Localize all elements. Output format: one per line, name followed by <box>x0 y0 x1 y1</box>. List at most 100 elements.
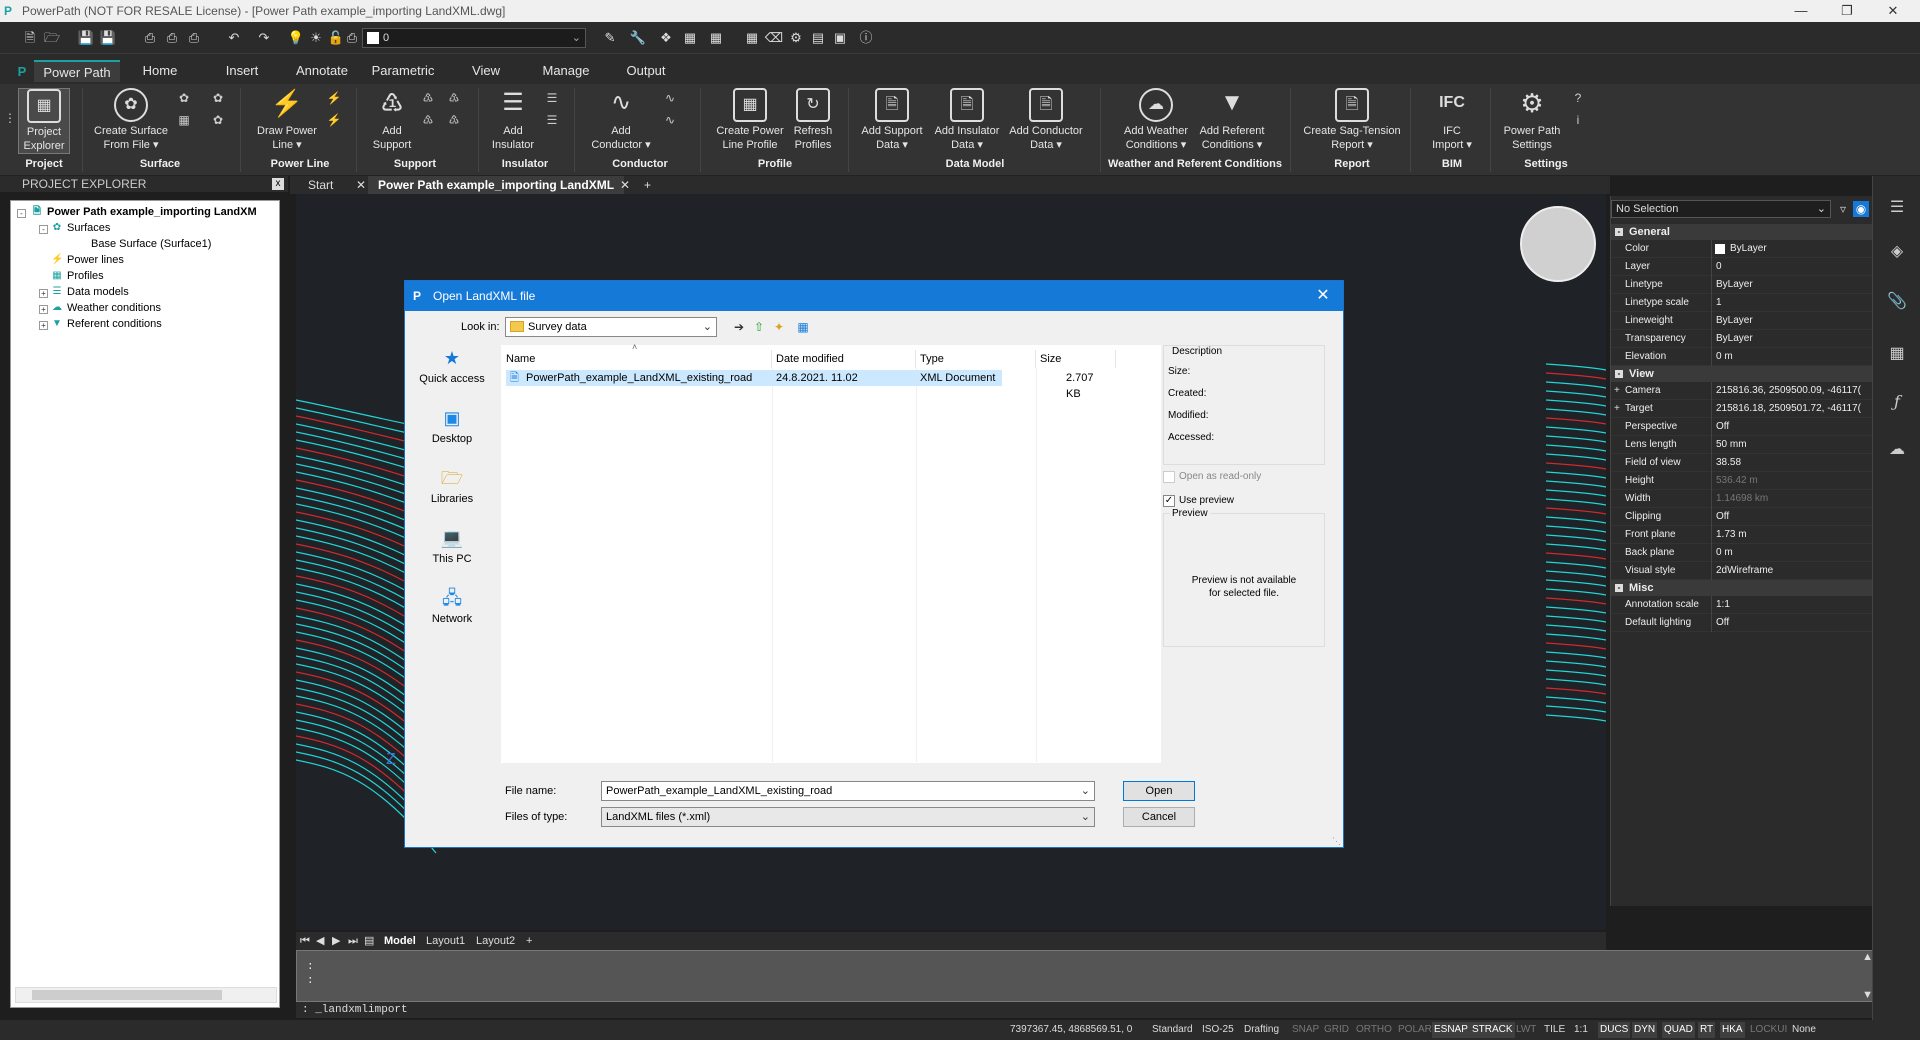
redo-icon[interactable]: ↷ <box>254 28 274 48</box>
insulator-tool-icon-1[interactable]: ☰ <box>544 90 560 106</box>
wrench-icon[interactable]: 🔧 <box>628 28 648 48</box>
layer-on-icon[interactable]: 💡 <box>286 28 306 48</box>
property-row[interactable]: Back plane 0 m <box>1611 544 1873 562</box>
property-section-view[interactable]: - View <box>1611 366 1873 382</box>
tab-annotate[interactable]: Annotate <box>286 60 358 82</box>
last-layout-icon[interactable]: ⏭ <box>348 932 358 950</box>
add-insulator-button[interactable]: ☰ Add Insulator <box>488 88 538 152</box>
property-row[interactable]: Field of view 38.58 <box>1611 454 1873 472</box>
chevron-down-icon[interactable]: ⌄ <box>1081 782 1090 800</box>
place-this-pc[interactable]: 💻 This PC <box>413 527 491 565</box>
ifc-import-button[interactable]: IFC IFC Import ▾ <box>1422 88 1482 152</box>
create-power-line-profile-button[interactable]: ▦ Create Power Line Profile <box>712 88 788 152</box>
plot-icon[interactable]: ⎙ <box>140 28 160 48</box>
expand-icon[interactable]: + <box>1614 382 1620 400</box>
property-row[interactable]: Clipping Off <box>1611 508 1873 526</box>
support-tool-icon-1[interactable]: ♳ <box>420 90 436 106</box>
status-toggle-ortho[interactable]: ORTHO <box>1354 1022 1394 1038</box>
power-path-settings-button[interactable]: ⚙ Power Path Settings <box>1498 88 1566 152</box>
project-explorer-button[interactable]: ▦ Project Explorer <box>18 88 70 154</box>
layers-icon[interactable]: ◈ <box>1885 240 1909 264</box>
place-network[interactable]: 🖧 Network <box>413 587 491 625</box>
property-value[interactable]: ByLayer <box>1711 312 1871 330</box>
tree-item-profiles[interactable]: ▦ Profiles <box>51 270 103 282</box>
status-toggle-snap[interactable]: SNAP <box>1290 1022 1321 1038</box>
support-tool-icon-3[interactable]: ♳ <box>420 112 436 128</box>
expand-icon[interactable]: + <box>39 321 48 330</box>
cloud-upload-icon[interactable]: ☁ <box>1885 438 1909 462</box>
status-toggle-ducs[interactable]: DUCS <box>1598 1022 1631 1038</box>
surface-edit-icon[interactable]: ✿ <box>210 90 226 106</box>
property-value[interactable]: ByLayer <box>1711 330 1871 348</box>
column-header-size[interactable]: Size <box>1036 350 1116 368</box>
property-value[interactable]: 50 mm <box>1711 436 1871 454</box>
add-support-button[interactable]: ♳ Add Support <box>370 88 414 152</box>
horizontal-scrollbar[interactable] <box>15 987 277 1003</box>
layer-combo[interactable]: 0 ⌄ <box>362 28 586 48</box>
tab-home[interactable]: Home <box>130 60 190 82</box>
property-row[interactable]: Visual style 2dWireframe <box>1611 562 1873 580</box>
property-row[interactable]: Target 215816.18, 2509501.72, -46117(+ <box>1611 400 1873 418</box>
properties-panel-icon[interactable]: ▤ <box>808 28 828 48</box>
info-circle-icon[interactable]: i <box>1570 112 1586 128</box>
status-toggle-none[interactable]: None <box>1790 1022 1818 1038</box>
add-conductor-data-button[interactable]: 🗎 Add Conductor Data ▾ <box>1006 88 1086 152</box>
property-row[interactable]: Elevation 0 m <box>1611 348 1873 366</box>
insulator-tool-icon-2[interactable]: ☰ <box>544 112 560 128</box>
property-row[interactable]: Width 1.14698 km <box>1611 490 1873 508</box>
create-surface-button[interactable]: ✿ Create Surface From File ▾ <box>90 88 172 152</box>
expand-icon[interactable]: + <box>39 305 48 314</box>
tab-output[interactable]: Output <box>616 60 676 82</box>
file-row[interactable]: 🗎 PowerPath_example_LandXML_existing_roa… <box>506 370 1094 400</box>
expand-icon[interactable]: + <box>39 289 48 298</box>
tab-power-path[interactable]: Power Path <box>34 60 120 82</box>
support-tool-icon-2[interactable]: ♳ <box>446 90 462 106</box>
layout-list-icon[interactable]: ▤ <box>364 932 374 950</box>
collapse-icon[interactable]: - <box>1615 370 1623 378</box>
close-window-icon[interactable]: ✕ <box>1870 0 1916 22</box>
resize-grip-icon[interactable]: ⋱ <box>1332 836 1341 847</box>
status-toggle-standard[interactable]: Standard <box>1150 1022 1195 1038</box>
attachment-icon[interactable]: 📎 <box>1885 290 1909 314</box>
layout-tab-layout1[interactable]: Layout1 <box>426 932 465 950</box>
tree-item-data-models[interactable]: ☰ Data models <box>51 286 129 298</box>
open-button[interactable]: Open <box>1123 781 1195 801</box>
back-icon[interactable]: ➔ <box>731 319 747 335</box>
dialog-close-icon[interactable]: ✕ <box>1313 281 1333 311</box>
place-desktop[interactable]: ▣ Desktop <box>413 407 491 445</box>
power-line-tool-icon[interactable]: ⚡ <box>326 90 342 106</box>
scrollbar-thumb[interactable] <box>32 990 222 1000</box>
property-row[interactable]: Lineweight ByLayer <box>1611 312 1873 330</box>
quick-select-icon[interactable]: ▦ <box>680 28 700 48</box>
column-header-date[interactable]: Date modified <box>772 350 916 368</box>
tree-root[interactable]: 🗎 Power Path example_importing LandXM <box>31 206 257 218</box>
property-value[interactable]: 1.73 m <box>1711 526 1871 544</box>
property-row[interactable]: Lens length 50 mm <box>1611 436 1873 454</box>
property-value[interactable]: Off <box>1711 614 1871 632</box>
surface-tool-icon[interactable]: ✿ <box>176 90 192 106</box>
property-value[interactable]: 38.58 <box>1711 454 1871 472</box>
sliders-icon[interactable]: ☰ <box>1885 196 1909 220</box>
function-icon[interactable]: ƒ <box>1885 390 1909 414</box>
select-similar-icon[interactable]: ❖ <box>656 28 676 48</box>
new-file-icon[interactable]: 🗎 <box>20 28 40 48</box>
property-row[interactable]: Annotation scale 1:1 <box>1611 596 1873 614</box>
status-toggle-quad[interactable]: QUAD <box>1662 1022 1695 1038</box>
status-toggle-strack[interactable]: STRACK <box>1470 1022 1515 1038</box>
status-toggle-dyn[interactable]: DYN <box>1632 1022 1658 1038</box>
hatch-icon[interactable]: ▦ <box>1885 342 1909 366</box>
next-layout-icon[interactable]: ▶ <box>332 932 340 950</box>
place-libraries[interactable]: 🗁 Libraries <box>413 467 491 505</box>
property-value[interactable]: Off <box>1711 418 1871 436</box>
tab-manage[interactable]: Manage <box>534 60 598 82</box>
undo-icon[interactable]: ↶ <box>224 28 244 48</box>
property-value[interactable]: 0 m <box>1711 544 1871 562</box>
status-toggle-drafting[interactable]: Drafting <box>1242 1022 1281 1038</box>
close-icon[interactable]: x <box>272 178 284 190</box>
match-properties-icon[interactable]: ✎ <box>600 28 620 48</box>
open-file-icon[interactable]: 🗁 <box>42 28 62 48</box>
view-menu-icon[interactable]: ▦ <box>795 319 811 335</box>
eraser-icon[interactable]: ⌫ <box>764 28 784 48</box>
property-value[interactable]: ByLayer <box>1711 276 1871 294</box>
tree-item-base-surface[interactable]: Base Surface (Surface1) <box>91 238 211 250</box>
